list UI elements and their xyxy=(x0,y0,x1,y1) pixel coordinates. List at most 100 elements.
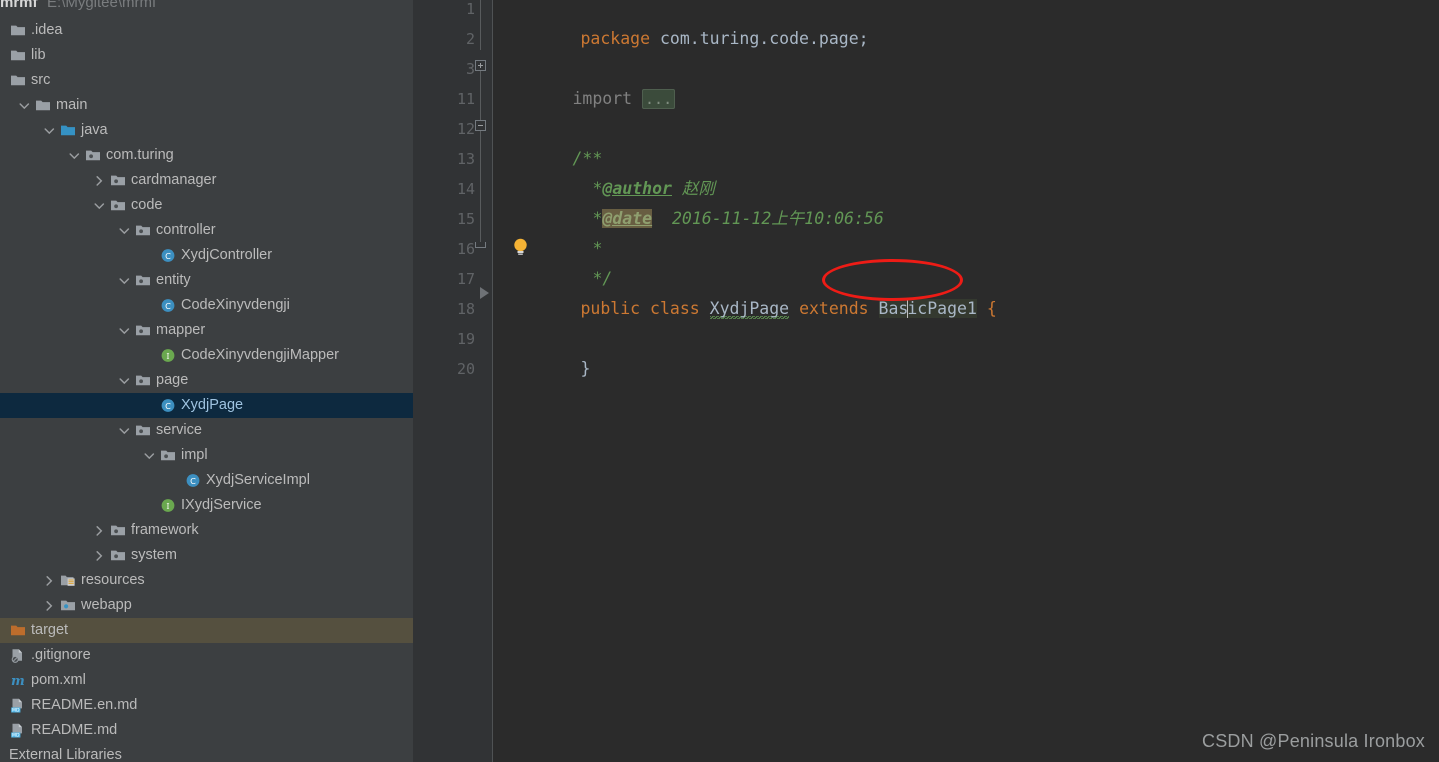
tree-item-src[interactable]: src xyxy=(0,68,413,93)
folded-imports-chip[interactable]: ... xyxy=(642,89,676,109)
tree-item-ixydjservice[interactable]: I IXydjService xyxy=(0,493,413,518)
svg-text:I: I xyxy=(166,502,169,511)
keyword-class: class xyxy=(650,299,700,318)
tree-item-code[interactable]: code xyxy=(0,193,413,218)
tree-item-label: .gitignore xyxy=(31,647,91,663)
chevron-down-icon[interactable] xyxy=(18,93,31,118)
chevron-right-icon[interactable] xyxy=(93,518,106,543)
chevron-down-icon[interactable] xyxy=(118,268,131,293)
tree-item-label: XydjServiceImpl xyxy=(206,472,310,488)
run-class-gutter-icon[interactable] xyxy=(480,287,489,299)
code-line-1: package com.turing.code.page; xyxy=(501,0,868,48)
tree-item-label: framework xyxy=(131,522,199,538)
tree-item-entity[interactable]: entity xyxy=(0,268,413,293)
chevron-right-icon[interactable] xyxy=(93,168,106,193)
keyword-import: import xyxy=(572,89,633,108)
tree-item-java[interactable]: java xyxy=(0,118,413,143)
chevron-down-icon[interactable] xyxy=(68,143,81,168)
chevron-right-icon[interactable] xyxy=(43,593,56,618)
class-name-xydjpage: XydjPage xyxy=(709,299,790,319)
chevron-right-icon[interactable] xyxy=(93,543,106,568)
java-class-icon: C xyxy=(160,243,177,268)
tree-item-label: target xyxy=(31,622,69,638)
folder-excluded-icon xyxy=(10,618,27,643)
tree-item-xydjserviceimpl[interactable]: C XydjServiceImpl xyxy=(0,468,413,493)
tree-item-service[interactable]: service xyxy=(0,418,413,443)
fold-expand-import-icon[interactable] xyxy=(475,60,486,71)
tree-item-webapp[interactable]: webapp xyxy=(0,593,413,618)
tree-item-label: code xyxy=(131,197,163,213)
tree-item-xydjcontroller[interactable]: C XydjController xyxy=(0,243,413,268)
tree-item-codexinyvdengji[interactable]: C CodeXinyvdengji xyxy=(0,293,413,318)
chevron-down-icon[interactable] xyxy=(118,218,131,243)
tree-item-xydjpage[interactable]: C XydjPage xyxy=(0,393,413,418)
tree-item-target[interactable]: target xyxy=(0,618,413,643)
chevron-right-icon[interactable] xyxy=(43,568,56,593)
code-line-3: import ... xyxy=(493,54,676,109)
folder-gray-icon xyxy=(35,93,52,118)
folder-source-icon xyxy=(60,118,77,143)
chevron-down-icon[interactable] xyxy=(43,118,56,143)
code-line-15: * xyxy=(513,204,602,258)
tree-item-controller[interactable]: controller xyxy=(0,218,413,243)
tree-item-label: mapper xyxy=(156,322,206,338)
fold-marker-strip[interactable] xyxy=(475,0,493,762)
tree-item-page[interactable]: page xyxy=(0,368,413,393)
tree-item-pom-xml[interactable]: m pom.xml xyxy=(0,668,413,693)
tree-item-label: README.md xyxy=(31,722,118,738)
tree-item-system[interactable]: system xyxy=(0,543,413,568)
svg-text:MD: MD xyxy=(12,708,20,713)
tree-item-mapper[interactable]: mapper xyxy=(0,318,413,343)
code-line-16: */ xyxy=(513,234,612,288)
folder-package-icon xyxy=(110,543,127,568)
tree-item-lib[interactable]: lib xyxy=(0,43,413,68)
csdn-watermark: CSDN @Peninsula Ironbox xyxy=(1202,731,1425,751)
code-editor[interactable]: 1 2 3 11 12 13 14 15 16 17 18 19 20 pack… xyxy=(413,0,1439,762)
chevron-down-icon[interactable] xyxy=(118,418,131,443)
tree-item-readme-en-md[interactable]: MD README.en.md xyxy=(0,693,413,718)
tree-item-label: impl xyxy=(181,447,208,463)
folder-gray-icon xyxy=(10,68,27,93)
java-class-icon: C xyxy=(160,393,177,418)
tree-item-readme-md[interactable]: MD README.md xyxy=(0,718,413,743)
fold-region-line xyxy=(480,131,481,242)
file-markdown-icon: MD xyxy=(10,718,27,743)
tree-item-label: CodeXinyvdengji xyxy=(181,297,290,313)
java-interface-icon: I xyxy=(160,493,177,518)
tree-item-impl[interactable]: impl xyxy=(0,443,413,468)
chevron-down-icon[interactable] xyxy=(93,193,106,218)
project-tree[interactable]: .idea lib src main java com.turing cardmanager… xyxy=(0,18,413,762)
tree-item-com-turing[interactable]: com.turing xyxy=(0,143,413,168)
tree-item-codexinyvdengjimapper[interactable]: I CodeXinyvdengjiMapper xyxy=(0,343,413,368)
folder-package-icon xyxy=(135,368,152,393)
tree-item-resources[interactable]: resources xyxy=(0,568,413,593)
editor-gutter[interactable]: 1 2 3 11 12 13 14 15 16 17 18 19 20 xyxy=(413,0,527,762)
folder-package-icon xyxy=(110,193,127,218)
tree-item-label: cardmanager xyxy=(131,172,217,188)
folder-package-icon xyxy=(85,143,102,168)
tree-item-gitignore[interactable]: .gitignore xyxy=(0,643,413,668)
tree-item-label: External Libraries xyxy=(9,747,122,762)
code-text-area[interactable]: package com.turing.code.page; import ...… xyxy=(493,0,1439,762)
tree-item-idea[interactable]: .idea xyxy=(0,18,413,43)
tree-item-label: XydjController xyxy=(181,247,273,263)
tree-item-external-libraries[interactable]: External Libraries xyxy=(0,743,413,762)
file-ignored-icon xyxy=(10,643,27,668)
tree-item-label: pom.xml xyxy=(31,672,86,688)
project-root-header[interactable]: mrmf E:\Mygitee\mrmf xyxy=(0,0,413,20)
close-brace: } xyxy=(580,359,591,378)
fold-collapse-javadoc-icon[interactable] xyxy=(475,120,486,131)
chevron-down-icon[interactable] xyxy=(118,318,131,343)
open-brace: { xyxy=(986,299,997,318)
java-interface-icon: I xyxy=(160,343,177,368)
file-maven-icon: m xyxy=(10,668,27,693)
svg-text:C: C xyxy=(165,401,171,411)
tree-item-cardmanager[interactable]: cardmanager xyxy=(0,168,413,193)
svg-text:I: I xyxy=(166,352,169,361)
tree-item-framework[interactable]: framework xyxy=(0,518,413,543)
folder-gray-icon xyxy=(10,18,27,43)
chevron-down-icon[interactable] xyxy=(143,443,156,468)
tree-item-main[interactable]: main xyxy=(0,93,413,118)
folder-package-icon xyxy=(160,443,177,468)
chevron-down-icon[interactable] xyxy=(118,368,131,393)
